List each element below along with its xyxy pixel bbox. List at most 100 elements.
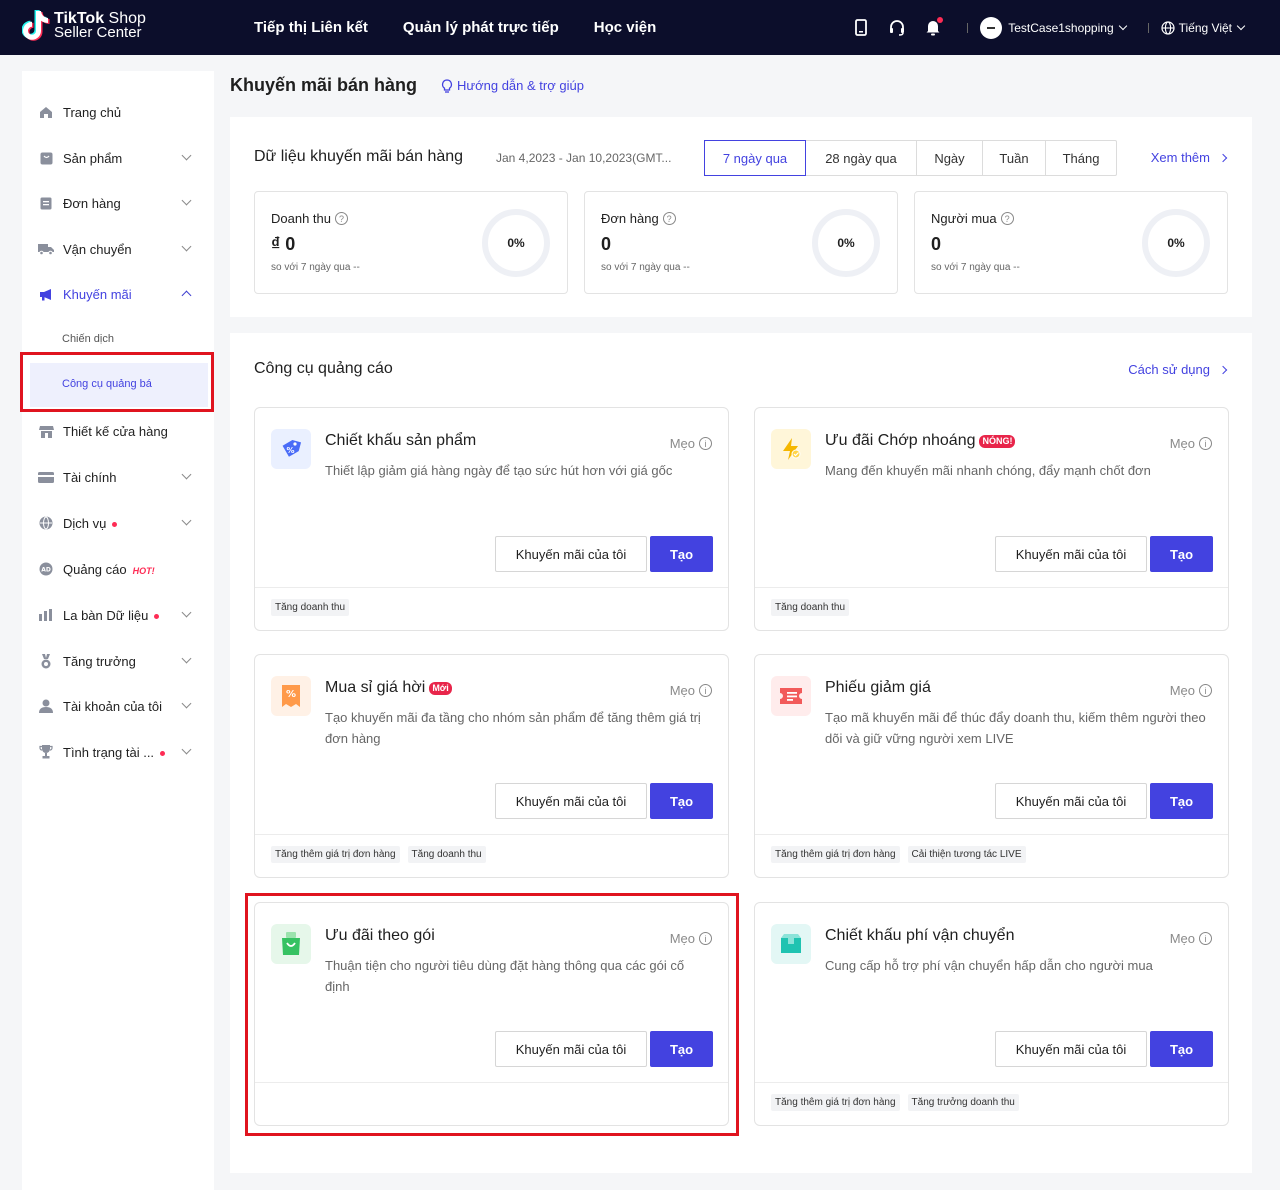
chevron-right-icon (1218, 365, 1228, 374)
page-title: Khuyến mãi bán hàng (230, 75, 418, 95)
create-button[interactable]: Tạo (1150, 536, 1213, 572)
tool-card-voucher: Phiếu giảm giá Mẹo i Tạo mã khuyến mãi để… (754, 654, 1229, 878)
chevron-down-icon (181, 241, 192, 252)
card-description: Mang đến khuyến mãi nhanh chóng, đẩy mạn… (825, 463, 1151, 478)
sidebar-item-growth[interactable]: Tăng trưởng (22, 646, 214, 676)
percent-ticket-icon: % (271, 676, 311, 716)
stat-card-orders: Đơn hàng? 0 so với 7 ngày qua -- 0% (584, 191, 898, 294)
my-promotions-button[interactable]: Khuyến mãi của tôi (995, 536, 1147, 572)
card-icon (38, 469, 54, 485)
stat-compare: so với 7 ngày qua -- (931, 262, 1020, 273)
nav-live-management[interactable]: Quản lý phát trực tiếp (403, 19, 559, 36)
my-promotions-button[interactable]: Khuyến mãi của tôi (495, 536, 647, 572)
promotion-data-panel: Dữ liệu khuyến mãi bán hàng Jan 4,2023 -… (230, 117, 1252, 317)
highlight-box-bundle-deal (245, 893, 739, 1136)
my-promotions-button[interactable]: Khuyến mãi của tôi (495, 783, 647, 819)
sidebar-sub-campaign[interactable]: Chiến dịch (62, 333, 114, 345)
tag: Tăng thêm giá trị đơn hàng (771, 1094, 900, 1111)
tag: Tăng doanh thu (771, 599, 850, 616)
create-button[interactable]: Tạo (1150, 783, 1213, 819)
username[interactable]: TestCase1shopping (1008, 21, 1113, 35)
sidebar-item-account-health[interactable]: Tình trạng tài ... (22, 737, 214, 767)
sidebar-item-orders[interactable]: Đơn hàng (22, 188, 214, 218)
chevron-down-icon (181, 698, 192, 709)
logo-subtitle: Seller Center (54, 24, 142, 41)
sidebar-item-home[interactable]: Trang chủ (22, 97, 214, 127)
percent-ring: 0% (1142, 209, 1210, 277)
info-icon: i (1199, 437, 1212, 450)
shipping-box-icon (771, 924, 811, 964)
hot-badge: HOT! (132, 565, 155, 576)
period-selector: 7 ngày qua 28 ngày qua Ngày Tuần Tháng (704, 140, 1117, 176)
red-dot (154, 613, 160, 619)
nav-affiliate[interactable]: Tiếp thị Liên kết (254, 19, 368, 36)
tip-link[interactable]: Mẹo i (670, 436, 712, 451)
sidebar-item-store-design[interactable]: Thiết kế cửa hàng (22, 416, 214, 446)
truck-icon (38, 241, 54, 257)
card-title: Chiết khấu sản phẩm (325, 432, 477, 449)
chart-icon (38, 607, 54, 623)
language-selector[interactable]: Tiếng Việt (1161, 20, 1246, 35)
period-week[interactable]: Tuần (983, 141, 1046, 175)
create-button[interactable]: Tạo (1150, 1031, 1213, 1067)
create-button[interactable]: Tạo (650, 783, 713, 819)
sidebar-item-products[interactable]: Sản phẩm (22, 143, 214, 173)
red-dot (160, 750, 166, 756)
headset-icon[interactable] (887, 18, 907, 38)
bell-icon[interactable] (923, 16, 944, 38)
my-promotions-button[interactable]: Khuyến mãi của tôi (995, 1031, 1147, 1067)
chevron-down-icon (181, 653, 192, 664)
chevron-down-icon[interactable] (1118, 21, 1127, 30)
sidebar: Trang chủ Sản phẩm Đơn hàng Vận chuyển K… (22, 71, 214, 1190)
sidebar-item-data-compass[interactable]: La bàn Dữ liệu (22, 600, 214, 630)
chevron-down-icon (181, 150, 192, 161)
help-icon[interactable]: ? (1000, 212, 1014, 225)
globe-icon (38, 515, 54, 531)
period-28-days[interactable]: 28 ngày qua (806, 141, 917, 175)
tiktok-logo-icon (21, 9, 50, 43)
how-to-use-link[interactable]: Cách sử dụng (1128, 362, 1228, 377)
notification-dot (937, 16, 944, 23)
card-description: Cung cấp hỗ trợ phí vận chuyển hấp dẫn c… (825, 958, 1153, 973)
chevron-down-icon (181, 607, 192, 618)
top-nav: Tiếp thị Liên kết Quản lý phát trực tiếp… (254, 0, 691, 55)
period-day[interactable]: Ngày (917, 141, 983, 175)
tool-card-flash-deal: Ưu đãi Chớp nhoáng NÓNG! Mẹo i Mang đến kh… (754, 407, 1229, 631)
help-link[interactable]: Hướng dẫn & trợ giúp (441, 78, 584, 93)
svg-text:%: % (286, 689, 296, 700)
percent-ring: 0% (812, 209, 880, 277)
tip-link[interactable]: Mẹo i (1170, 683, 1212, 698)
megaphone-icon (38, 286, 54, 302)
sidebar-item-finance[interactable]: Tài chính (22, 462, 214, 492)
percent-ring: 0% (482, 209, 550, 277)
tag: Tăng trưởng doanh thu (907, 1094, 1019, 1111)
view-more-link[interactable]: Xem thêm (1151, 150, 1228, 165)
tip-link[interactable]: Mẹo i (1170, 436, 1212, 451)
sidebar-item-my-account[interactable]: Tài khoản của tôi (22, 691, 214, 721)
create-button[interactable]: Tạo (650, 536, 713, 572)
new-badge: Mới (429, 681, 452, 695)
sidebar-item-ads[interactable]: AD Quảng cáo HOT! (22, 554, 214, 584)
mobile-icon[interactable] (851, 18, 871, 38)
period-month[interactable]: Tháng (1046, 141, 1116, 175)
my-promotions-button[interactable]: Khuyến mãi của tôi (995, 783, 1147, 819)
period-7-days[interactable]: 7 ngày qua (704, 140, 806, 176)
help-icon[interactable]: ? (662, 212, 676, 225)
help-icon[interactable]: ? (335, 212, 348, 225)
sidebar-item-promotions[interactable]: Khuyến mãi (22, 279, 214, 309)
tiktok-shop-logo[interactable]: TikTok Shop Seller Center (21, 9, 146, 43)
card-title: Ưu đãi Chớp nhoáng NÓNG! (825, 432, 1016, 450)
tip-link[interactable]: Mẹo i (670, 683, 712, 698)
language-label: Tiếng Việt (1178, 20, 1232, 35)
tip-link[interactable]: Mẹo i (1170, 931, 1212, 946)
lightning-icon (771, 429, 811, 469)
chevron-down-icon (181, 515, 192, 526)
nav-academy[interactable]: Học viện (594, 19, 657, 36)
hot-badge: NÓNG! (979, 434, 1016, 448)
svg-text:AD: AD (41, 567, 51, 574)
date-range: Jan 4,2023 - Jan 10,2023(GMT... (496, 151, 672, 165)
sidebar-item-services[interactable]: Dịch vụ (22, 508, 214, 538)
avatar[interactable] (980, 16, 1003, 39)
highlight-box-sidebar (20, 352, 214, 412)
sidebar-item-shipping[interactable]: Vận chuyển (22, 234, 214, 264)
